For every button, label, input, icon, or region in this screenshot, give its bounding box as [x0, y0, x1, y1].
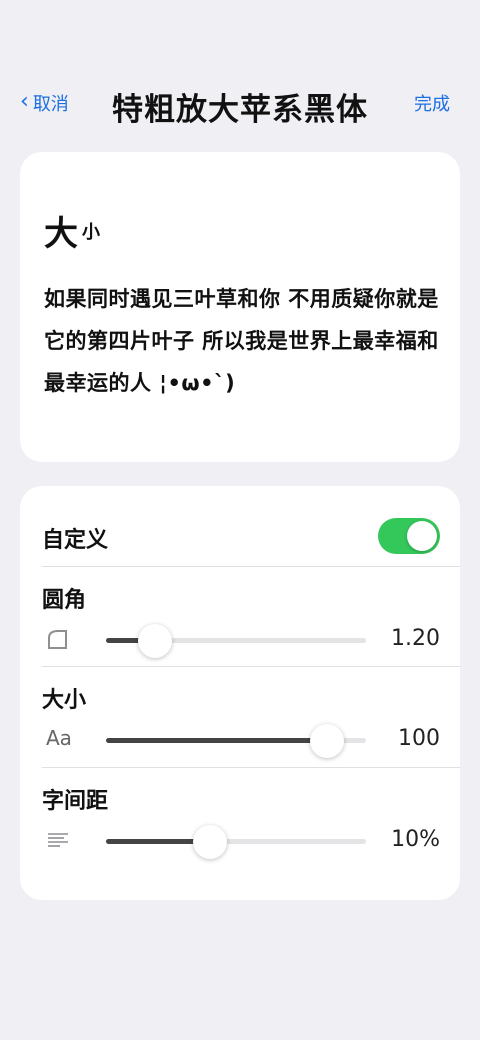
divider — [42, 566, 460, 567]
font-size-section: 大小 Aa 100 — [20, 668, 460, 768]
divider — [42, 767, 460, 768]
letter-spacing-value: 10% — [391, 827, 440, 852]
preview-sample-text: 如果同时遇见三叶草和你 不用质疑你就是它的第四片叶子 所以我是世界上最幸福和最幸… — [44, 287, 439, 395]
corner-radius-value: 1.20 — [391, 626, 440, 651]
letter-spacing-thumb[interactable] — [193, 825, 227, 859]
font-size-slider[interactable] — [106, 724, 366, 758]
done-button[interactable]: 完成 — [414, 90, 450, 116]
page-title: 特粗放大苹系黑体 — [112, 92, 368, 128]
corner-radius-slider-row: 1.20 — [20, 620, 460, 660]
font-size-icon: Aa — [46, 726, 72, 750]
custom-row: 自定义 — [20, 510, 460, 566]
custom-label: 自定义 — [42, 528, 109, 553]
corner-radius-section: 圆角 1.20 — [20, 568, 460, 668]
corner-radius-thumb[interactable] — [138, 624, 173, 658]
toggle-knob — [407, 521, 437, 551]
corner-radius-label: 圆角 — [42, 588, 87, 613]
font-size-label: 大小 — [42, 688, 87, 713]
settings-card: 自定义 圆角 1.20 大小 Aa 100 字间距 10% — [20, 486, 460, 900]
preview-size-small: 小 — [82, 222, 100, 243]
text-lines-icon — [46, 829, 76, 853]
custom-toggle[interactable] — [378, 518, 440, 554]
font-preview-card: 大 小 如果同时遇见三叶草和你 不用质疑你就是它的第四片叶子 所以我是世界上最幸… — [20, 152, 460, 462]
rounded-corner-icon — [46, 628, 76, 652]
preview-size-big: 大 — [44, 214, 78, 254]
letter-spacing-slider-row: 10% — [20, 821, 460, 861]
font-size-thumb[interactable] — [310, 724, 344, 758]
letter-spacing-slider[interactable] — [106, 825, 366, 859]
font-size-fill — [106, 738, 327, 743]
letter-spacing-section: 字间距 10% — [20, 769, 460, 869]
font-size-slider-row: Aa 100 — [20, 720, 460, 760]
divider — [42, 666, 460, 667]
font-size-value: 100 — [398, 726, 440, 751]
letter-spacing-label: 字间距 — [42, 789, 109, 814]
corner-radius-slider[interactable] — [106, 624, 366, 658]
